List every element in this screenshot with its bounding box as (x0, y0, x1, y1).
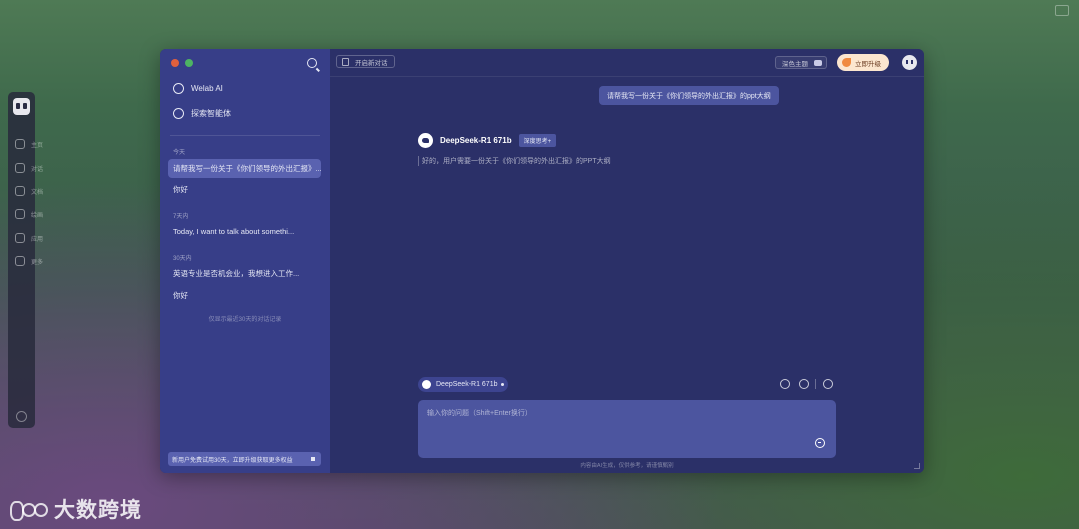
home-icon (15, 139, 25, 149)
window-restore-icon[interactable] (1055, 5, 1069, 16)
history-item[interactable]: 你好 (168, 286, 321, 305)
maximize-window-button[interactable] (185, 59, 193, 67)
toolbar-divider (815, 379, 816, 389)
dock-item-more[interactable]: 更多 (15, 255, 71, 267)
history-note: 仅显示最近30天的对话记录 (208, 317, 282, 323)
watermark: 大数跨境 (10, 494, 142, 524)
chevron-down-icon (500, 383, 504, 386)
history-section-7days: 7天内 (173, 214, 189, 220)
model-selector[interactable]: DeepSeek-R1 671b (418, 377, 508, 392)
model-response-header: DeepSeek-R1 671b 深度思考+ (418, 133, 557, 148)
assistant-icon (173, 83, 184, 94)
chat-icon (15, 163, 25, 173)
resize-handle-icon[interactable] (914, 463, 920, 469)
ai-disclaimer: 内容由AI生成，仅供参考，请谨慎甄别 (580, 463, 674, 469)
history-item[interactable]: 你好 (168, 180, 321, 199)
apps-icon (15, 233, 25, 243)
history-item[interactable]: 英语专业是否机会业，我想进入工作... (168, 264, 321, 283)
model-tag[interactable]: 深度思考+ (518, 134, 557, 147)
close-window-button[interactable] (171, 59, 179, 67)
chat-main: 开启新对话 深色主题 立即升级 请帮我写一份关于《你们领导的外出汇报》的ppt大… (330, 49, 924, 473)
toggle-icon (814, 60, 822, 66)
upgrade-notice[interactable]: 新用户免费试用30天，立即升级获取更多权益 (168, 452, 321, 466)
theme-toggle[interactable]: 深色主题 (775, 56, 827, 69)
dock-logo-icon[interactable] (13, 98, 30, 115)
top-bar: 开启新对话 深色主题 立即升级 (330, 49, 924, 77)
dock-item-home[interactable]: 主页 (15, 138, 71, 150)
attach-icon[interactable] (799, 379, 809, 389)
app-dock: 主页 对话 文档 绘画 应用 更多 (8, 92, 43, 428)
document-icon (15, 186, 25, 196)
add-icon[interactable] (16, 411, 27, 422)
model-name: DeepSeek-R1 671b (440, 136, 512, 145)
explore-icon (173, 108, 184, 119)
grid-icon (15, 256, 25, 266)
new-topic-icon[interactable] (823, 379, 833, 389)
close-notice-icon[interactable] (311, 457, 315, 461)
nav-item-explore-agents[interactable]: 探索智能体 (173, 108, 231, 119)
clear-icon[interactable] (780, 379, 790, 389)
sidebar-divider (170, 135, 320, 136)
history-section-30days: 30天内 (173, 256, 192, 262)
history-section-today: 今天 (173, 150, 186, 156)
watermark-text: 大数跨境 (54, 499, 142, 522)
thinking-text: 好的，用户需要一份关于《你们领导的外出汇报》的PPT大纲 (418, 156, 611, 166)
search-icon[interactable] (307, 58, 317, 68)
message-input-box (418, 400, 836, 458)
new-chat-button[interactable]: 开启新对话 (336, 55, 395, 68)
dock-item-chat[interactable]: 对话 (15, 162, 71, 174)
upgrade-button[interactable]: 立即升级 (837, 54, 889, 71)
user-message: 请帮我写一份关于《你们领导的外出汇报》的ppt大纲 (599, 86, 779, 105)
deepseek-logo-icon (418, 133, 433, 148)
history-item[interactable]: Today, I want to talk about somethi... (168, 222, 321, 241)
dock-item-paint[interactable]: 绘画 (15, 208, 71, 220)
nav-item-welab-ai[interactable]: Welab AI (173, 83, 223, 94)
deepseek-logo-icon (422, 380, 431, 389)
palette-icon (15, 209, 25, 219)
app-window: Welab AI 探索智能体 今天 请帮我写一份关于《你们领导的外出汇报》...… (160, 49, 924, 473)
avatar[interactable] (902, 55, 917, 70)
history-item[interactable]: 请帮我写一份关于《你们领导的外出汇报》... (168, 159, 321, 178)
rocket-icon (842, 58, 851, 67)
new-chat-icon (342, 58, 349, 66)
dock-item-apps[interactable]: 应用 (15, 232, 71, 244)
message-input[interactable] (418, 400, 836, 458)
watermark-logo-icon (10, 497, 48, 521)
send-icon[interactable] (815, 438, 825, 448)
sidebar: Welab AI 探索智能体 今天 请帮我写一份关于《你们领导的外出汇报》...… (160, 49, 330, 473)
dock-item-docs[interactable]: 文档 (15, 185, 71, 197)
